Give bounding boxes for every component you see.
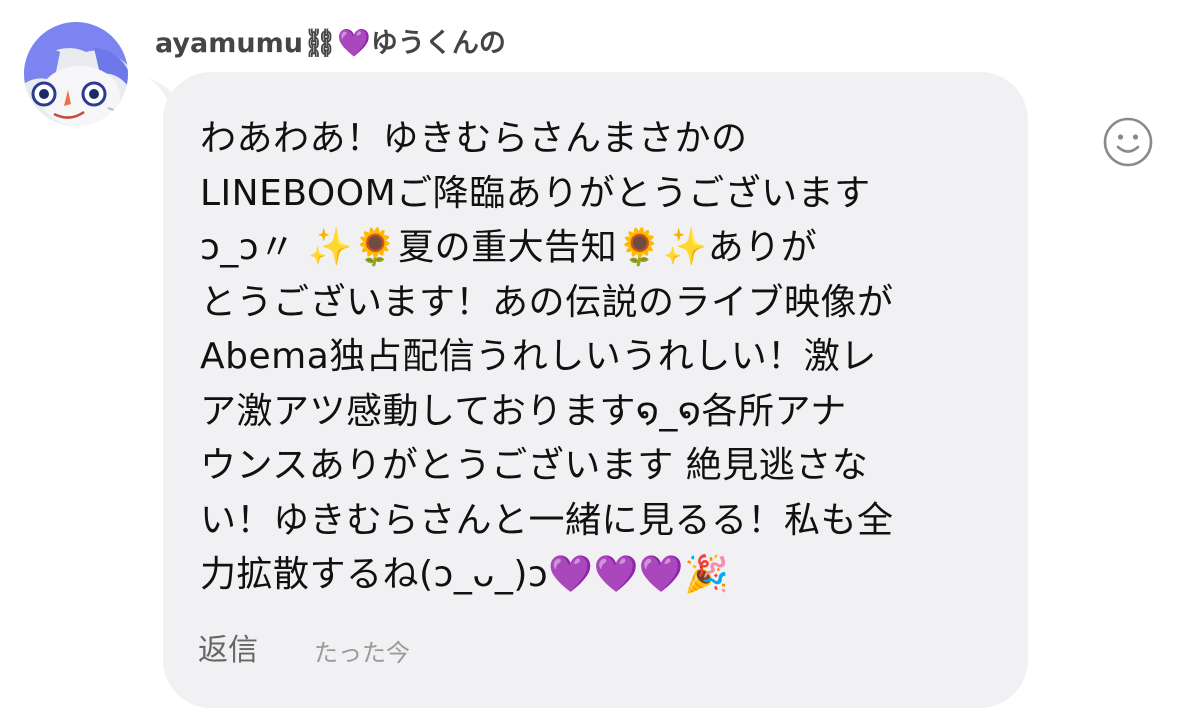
message-line: ウンスありがとうございます 絶見逃さな (200, 445, 869, 486)
comment-timestamp: たった今 (314, 639, 410, 667)
message-line: わあわあ！ゆきむらさんまさかの (200, 118, 748, 159)
smiley-react-icon (1103, 117, 1153, 167)
reply-button[interactable]: 返信 (198, 631, 258, 671)
comment-screen: ayamumu⛓💜ゆうくんの わあわあ！ゆきむらさんまさかの LINEBOOMご… (0, 0, 1200, 723)
message-line: とうございます！あの伝説のライブ映像が (200, 281, 894, 323)
message-line: い！ゆきむらさんと一緒に見るる！私も全 (200, 499, 894, 541)
avatar-illustration-icon (24, 22, 128, 126)
message-line: Abema独占配信うれしいうれしい！激レ (200, 336, 877, 377)
comment-message: わあわあ！ゆきむらさんまさかの LINEBOOMご降臨ありがとうございます ↄ_… (200, 112, 1020, 603)
user-avatar[interactable] (24, 22, 128, 126)
message-line: LINEBOOMご降臨ありがとうございます (200, 172, 871, 214)
message-line: ↄ_ↄ〃 ✨🌻夏の重大告知🌻✨ありが (200, 227, 818, 268)
comment-username[interactable]: ayamumu⛓💜ゆうくんの (155, 26, 506, 62)
message-line: 力拡散するね(ↄ_ᴗ_)ↄ💜💜💜🎉 (200, 554, 730, 595)
react-button[interactable] (1102, 116, 1154, 168)
message-line: ア激アツ感動しております໑_໑各所アナ (200, 390, 847, 432)
